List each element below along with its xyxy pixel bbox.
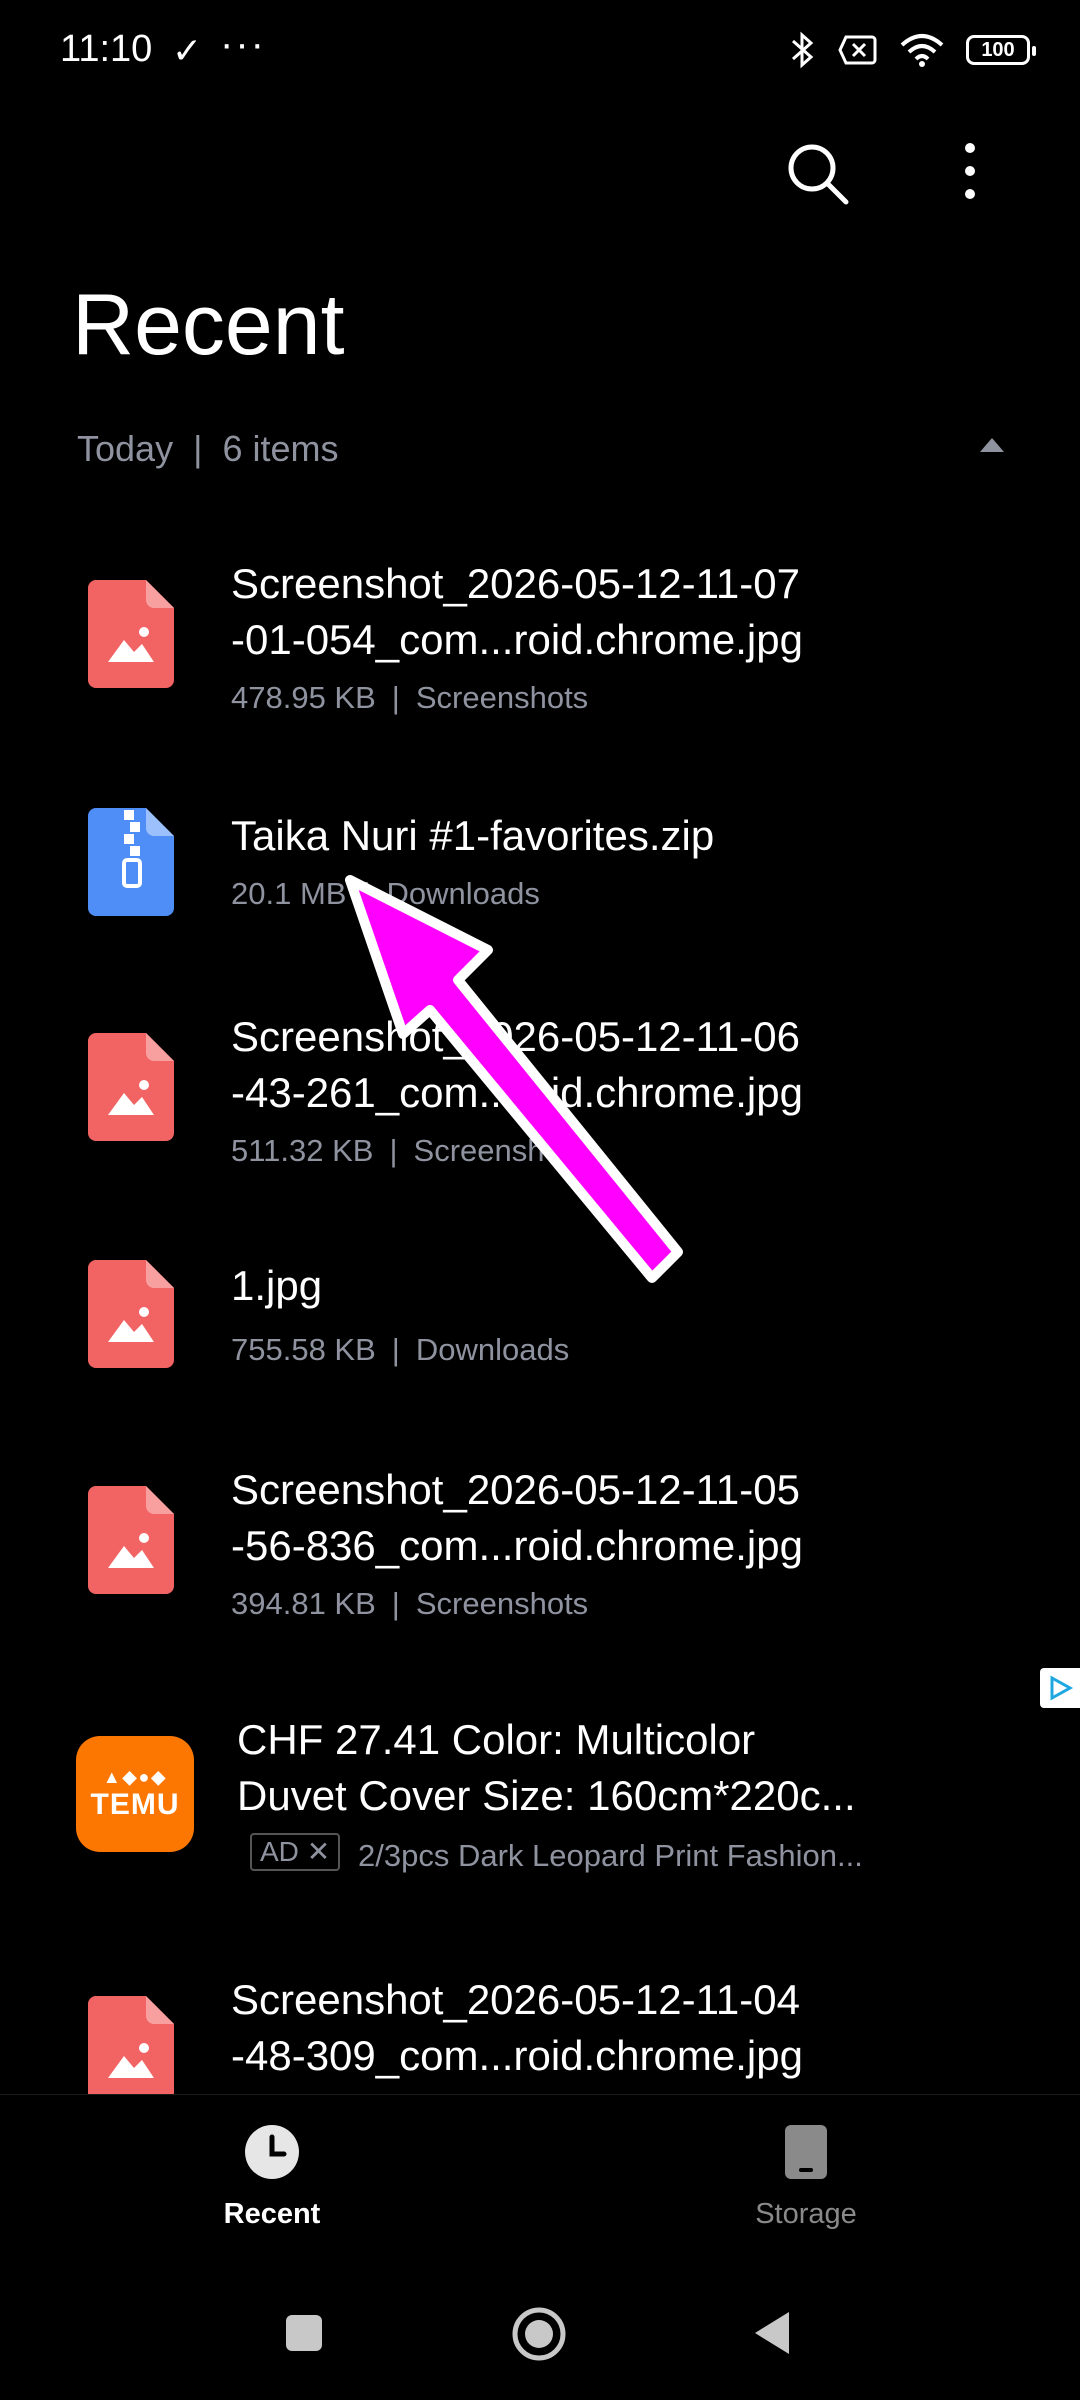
close-icon[interactable]: ✕ [307, 1836, 330, 1867]
file-folder: Downloads [386, 876, 540, 911]
file-folder: Downloads [415, 1332, 570, 1367]
status-time: 11:10 [60, 28, 153, 70]
back-button-icon[interactable] [752, 2310, 792, 2356]
file-name: Screenshot_2026-05-12-11-07 -01-054_com.… [231, 560, 803, 663]
file-meta: 478.95 KB | Screenshots [231, 680, 589, 715]
section-label: Today [77, 428, 174, 469]
ad-description: 2/3pcs Dark Leopard Print Fashion... [358, 1838, 863, 1873]
file-meta: 511.32 KB | Screenshots [231, 1133, 586, 1168]
file-meta: 394.81 KB | Screenshots [231, 1586, 589, 1621]
wifi-icon [900, 34, 944, 67]
tab-storage-label: Storage [755, 2198, 857, 2230]
list-item[interactable]: Screenshot_2026-05-12-11-04 -48-309_com.… [0, 1972, 1080, 2094]
file-folder: Screenshots [415, 680, 589, 715]
temu-logo-glyphs: ▲◆●◆ [102, 1766, 168, 1787]
more-notifications-icon: ··· [220, 22, 266, 66]
list-item[interactable]: Screenshot_2026-05-12-11-07 -01-054_com.… [0, 550, 1080, 730]
image-file-icon [88, 1260, 174, 1368]
phone-storage-icon [785, 2125, 827, 2179]
section-count: 6 items [222, 428, 339, 469]
temu-logo-word: TEMU [90, 1787, 180, 1821]
clock-icon [245, 2125, 299, 2179]
file-name: Screenshot_2026-05-12-11-05 -56-836_com.… [231, 1466, 803, 1569]
system-navigation-bar [0, 2264, 1080, 2400]
recents-button-icon[interactable] [285, 2314, 323, 2352]
battery-level: 100 [981, 38, 1015, 61]
image-file-icon [88, 580, 174, 688]
image-file-icon [88, 1996, 174, 2094]
file-meta: 755.58 KB | Downloads [231, 1332, 570, 1367]
list-item[interactable]: Screenshot_2026-05-12-11-06 -43-261_com.… [0, 1003, 1080, 1183]
temu-logo: ▲◆●◆ TEMU [76, 1736, 194, 1852]
home-button-icon[interactable] [511, 2306, 567, 2362]
list-item[interactable]: Taika Nuri #1-favorites.zip 20.1 MB | Down… [0, 780, 1080, 930]
image-file-icon [88, 1033, 174, 1141]
tab-recent[interactable]: Recent [152, 2123, 392, 2231]
battery-icon: 100 [966, 35, 1036, 65]
image-file-icon [88, 1486, 174, 1594]
bluetooth-icon [792, 31, 814, 69]
page-title: Recent [72, 277, 345, 373]
file-name: Screenshot_2026-05-12-11-06 -43-261_com.… [231, 1013, 803, 1116]
file-name: Taika Nuri #1-favorites.zip [231, 812, 715, 859]
list-item[interactable]: Screenshot_2026-05-12-11-05 -56-836_com.… [0, 1456, 1080, 1636]
adchoices-icon[interactable] [1040, 1668, 1080, 1708]
file-meta: 20.1 MB | Downloads [231, 876, 540, 911]
file-size: 478.95 KB [231, 680, 376, 715]
tab-recent-label: Recent [223, 2198, 321, 2230]
search-icon[interactable] [782, 138, 852, 208]
ad-badge[interactable]: AD ✕ [250, 1833, 341, 1871]
file-folder: Screenshots [413, 1133, 586, 1168]
file-size: 394.81 KB [231, 1586, 376, 1621]
no-sim-icon [838, 35, 877, 65]
section-header-today[interactable]: Today | 6 items [77, 428, 1007, 470]
file-name: Screenshot_2026-05-12-11-04 -48-309_com.… [231, 1976, 803, 2079]
tab-storage[interactable]: Storage [686, 2123, 926, 2231]
file-name: 1.jpg [231, 1262, 323, 1309]
file-size: 511.32 KB [231, 1133, 374, 1168]
bottom-navigation: Recent Storage [0, 2094, 1080, 2265]
zip-file-icon [88, 808, 174, 916]
ad-title: CHF 27.41 Color: Multicolor Duvet Cover … [237, 1716, 856, 1819]
file-size: 755.58 KB [231, 1332, 376, 1367]
file-size: 20.1 MB [231, 876, 347, 911]
task-done-icon: ✓ [172, 30, 203, 71]
collapse-arrow-icon[interactable] [977, 434, 1007, 456]
more-options-icon[interactable] [940, 136, 1000, 206]
file-folder: Screenshots [415, 1586, 589, 1621]
status-bar: 11:10 ✓ ··· 100 [0, 0, 1080, 110]
list-item[interactable]: 1.jpg 755.58 KB | Downloads [0, 1234, 1080, 1384]
